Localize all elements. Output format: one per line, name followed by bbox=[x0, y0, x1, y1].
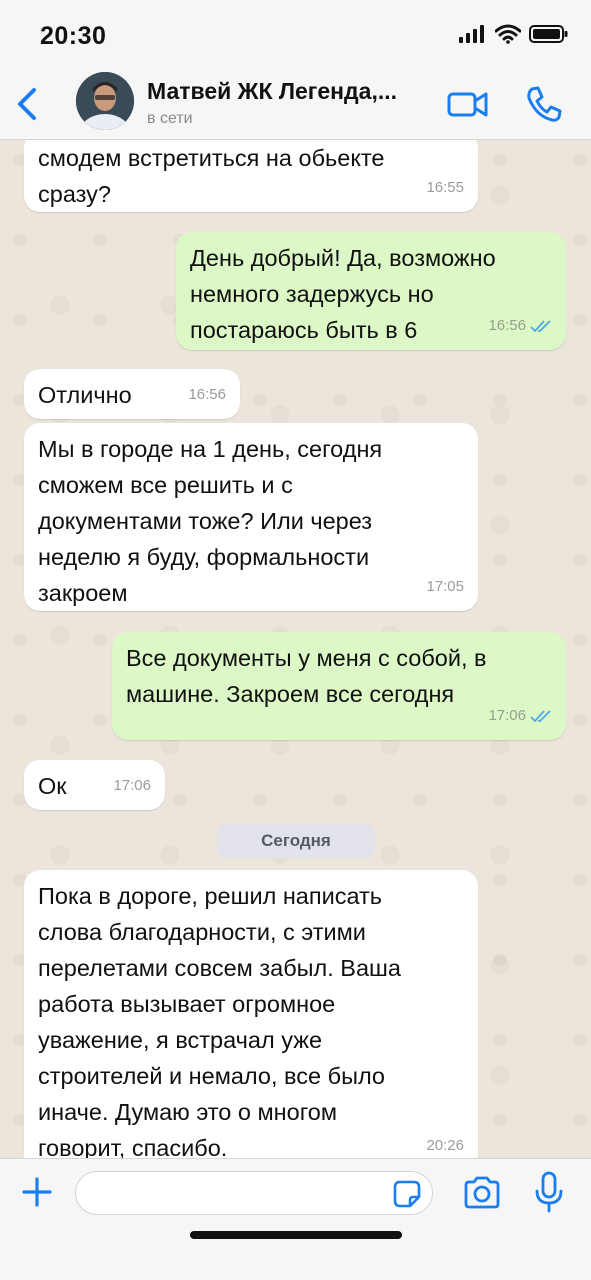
message-bubble[interactable]: Мы в городе на 1 день, сегодня сможем вс… bbox=[24, 423, 478, 611]
status-time: 20:30 bbox=[40, 22, 107, 50]
contact-name[interactable]: Матвей ЖК Легенда,... bbox=[147, 78, 397, 105]
home-indicator[interactable] bbox=[190, 1231, 402, 1239]
contact-status: в сети bbox=[147, 110, 193, 127]
message-time: 16:56 bbox=[488, 317, 526, 334]
message-input-field[interactable] bbox=[76, 1172, 376, 1214]
chat-area[interactable]: смодем встретиться на обьекте сразу? 16:… bbox=[0, 140, 591, 1158]
message-meta: 17:05 bbox=[426, 569, 464, 605]
wifi-icon bbox=[495, 24, 521, 44]
message-time: 20:26 bbox=[426, 1137, 464, 1154]
chat-header: Матвей ЖК Легенда,... в сети bbox=[0, 70, 591, 140]
input-bar bbox=[0, 1158, 591, 1280]
plus-icon[interactable] bbox=[20, 1175, 54, 1209]
battery-icon bbox=[529, 25, 568, 43]
avatar[interactable] bbox=[76, 72, 134, 130]
phone-icon[interactable] bbox=[524, 84, 564, 124]
cellular-signal-icon bbox=[459, 25, 484, 43]
message-time: 17:06 bbox=[113, 777, 151, 794]
message-text: Мы в городе на 1 день, сегодня сможем вс… bbox=[38, 436, 383, 606]
status-icons bbox=[459, 24, 569, 44]
message-meta: 20:26 bbox=[426, 1128, 464, 1158]
message-bubble[interactable]: День добрый! Да, возможно немного задерж… bbox=[176, 232, 566, 350]
message-meta: 16:55 bbox=[426, 170, 464, 206]
avatar-photo bbox=[76, 72, 134, 130]
camera-icon[interactable] bbox=[462, 1175, 502, 1211]
read-ticks-icon bbox=[530, 710, 551, 723]
message-time: 17:05 bbox=[426, 578, 464, 595]
message-text: смодем встретиться на обьекте сразу? bbox=[38, 145, 385, 207]
chevron-left-icon[interactable] bbox=[10, 84, 46, 124]
message-time: 16:55 bbox=[426, 179, 464, 196]
message-bubble[interactable]: Отлично 16:56 bbox=[24, 369, 240, 419]
message-meta: 16:56 bbox=[488, 308, 552, 344]
read-ticks-icon bbox=[530, 320, 551, 333]
message-meta: 16:56 bbox=[188, 377, 226, 413]
date-divider: Сегодня bbox=[217, 824, 375, 858]
message-meta: 17:06 bbox=[113, 768, 151, 804]
message-meta: 17:06 bbox=[488, 698, 552, 734]
message-time: 16:56 bbox=[188, 386, 226, 403]
microphone-icon[interactable] bbox=[534, 1171, 564, 1213]
video-camera-icon[interactable] bbox=[446, 88, 490, 120]
message-bubble[interactable]: Ок 17:06 bbox=[24, 760, 165, 810]
message-bubble[interactable]: Пока в дороге, решил написать слова благ… bbox=[24, 870, 478, 1158]
status-bar: 20:30 bbox=[0, 0, 591, 70]
message-time: 17:06 bbox=[488, 707, 526, 724]
message-bubble[interactable]: смодем встретиться на обьекте сразу? 16:… bbox=[24, 140, 478, 212]
message-input[interactable] bbox=[75, 1171, 433, 1215]
message-text: Пока в дороге, решил написать слова благ… bbox=[38, 883, 401, 1158]
message-bubble[interactable]: Все документы у меня с собой, в машине. … bbox=[112, 632, 566, 740]
sticker-icon[interactable] bbox=[392, 1179, 422, 1209]
